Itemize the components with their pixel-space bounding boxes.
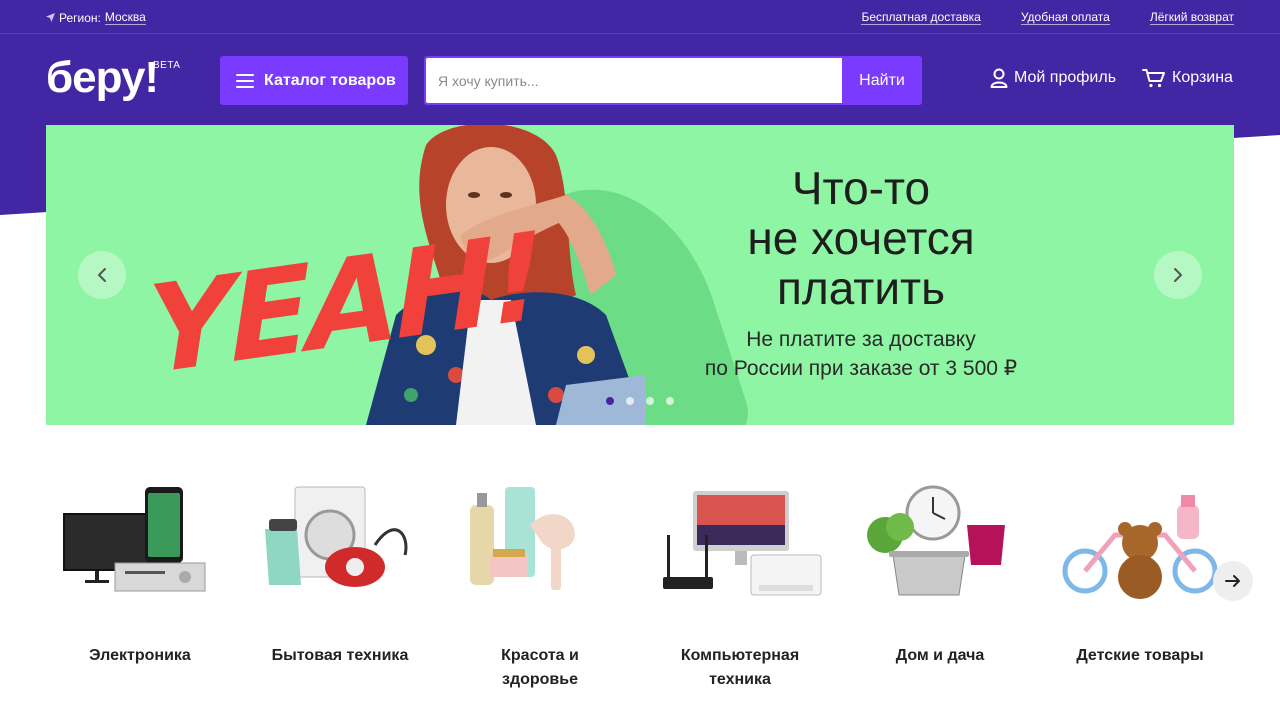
category-label: Красота и здоровье	[440, 644, 640, 692]
category-beauty[interactable]: Красота и здоровье	[440, 485, 640, 692]
region-selector[interactable]: Регион: Москва	[46, 10, 146, 25]
category-label: Детские товары	[1040, 644, 1240, 668]
category-label: Бытовая техника	[240, 644, 440, 668]
home-icon	[867, 485, 1005, 596]
category-computers[interactable]: Компьютерная техника	[640, 485, 840, 692]
beauty-icon	[470, 487, 575, 590]
category-label-line: Дом и дача	[895, 647, 985, 664]
catalog-button[interactable]: Каталог товаров	[220, 56, 408, 105]
category-label-line: Бытовая техника	[271, 647, 409, 664]
category-label-line: здоровье	[502, 671, 578, 688]
cart-label: Корзина	[1172, 69, 1233, 86]
banner-subtitle-line: Не платите за доставку	[746, 328, 976, 351]
computer-icon	[663, 491, 822, 596]
arrow-right-icon	[1225, 575, 1240, 587]
category-label: Компьютерная техника	[640, 644, 840, 692]
category-label-line: Электроника	[89, 647, 191, 664]
category-electronics[interactable]: Электроника	[40, 485, 240, 668]
chevron-right-icon	[1174, 268, 1182, 282]
category-label-line: Компьютерная	[680, 647, 800, 664]
cart-link[interactable]: Корзина	[1142, 68, 1233, 88]
beta-badge: BETA	[153, 60, 181, 71]
pagination-dot[interactable]	[646, 397, 654, 405]
banner-title-line: не хочется	[747, 212, 975, 264]
catalog-button-label: Каталог товаров	[264, 71, 396, 89]
chevron-left-icon	[98, 268, 106, 282]
menu-icon	[236, 73, 254, 88]
free-delivery-link[interactable]: Бесплатная доставка	[861, 10, 981, 25]
category-carousel: Электроника Бытовая техника Красота и зд…	[40, 485, 1240, 705]
category-home[interactable]: Дом и дача	[840, 485, 1040, 668]
banner-pagination	[606, 397, 674, 405]
site-logo[interactable]: беру!	[46, 54, 159, 102]
banner-title-line: платить	[776, 262, 946, 314]
banner-prev-button[interactable]	[78, 251, 126, 299]
electronics-icon	[63, 487, 206, 592]
banner-subtitle: Не платите за доставку по России при зак…	[666, 325, 1056, 383]
banner-next-button[interactable]	[1154, 251, 1202, 299]
banner-subtitle-line: по России при заказе от 3 500 ₽	[704, 357, 1018, 380]
pagination-dot[interactable]	[666, 397, 674, 405]
cart-icon	[1142, 69, 1165, 88]
top-links: Бесплатная доставка Удобная оплата Лёгки…	[861, 10, 1234, 25]
kids-icon	[1062, 495, 1218, 599]
user-icon	[990, 68, 1008, 88]
banner-title: Что-то не хочется платить	[686, 163, 1036, 313]
pagination-dot[interactable]	[606, 397, 614, 405]
returns-link[interactable]: Лёгкий возврат	[1149, 10, 1234, 25]
profile-label: Мой профиль	[1014, 69, 1117, 86]
search-button[interactable]: Найти	[842, 56, 922, 105]
location-arrow-icon	[46, 13, 55, 22]
category-label: Электроника	[40, 644, 240, 668]
banner-title-line: Что-то	[791, 162, 931, 214]
profile-link[interactable]: Мой профиль	[990, 68, 1116, 88]
top-utility-bar: Регион: Москва Бесплатная доставка Удобн…	[0, 0, 1280, 34]
category-label-line: Детские товары	[1076, 647, 1204, 664]
appliances-icon	[265, 486, 408, 587]
category-appliances[interactable]: Бытовая техника	[240, 485, 440, 668]
search-input[interactable]	[426, 58, 842, 103]
search-bar: Найти	[424, 56, 922, 105]
pagination-dot[interactable]	[626, 397, 634, 405]
category-label-line: техника	[709, 671, 771, 688]
region-label: Регион:	[59, 10, 101, 25]
category-label: Дом и дача	[840, 644, 1040, 668]
region-city-link[interactable]: Москва	[104, 10, 146, 25]
categories-next-button[interactable]	[1213, 561, 1253, 601]
category-label-line: Красота и	[501, 647, 579, 664]
promo-banner[interactable]: YEAH! Что-то не хочется платить Не плати…	[46, 125, 1234, 425]
payment-link[interactable]: Удобная оплата	[1020, 10, 1110, 25]
category-kids[interactable]: Детские товары	[1040, 485, 1240, 668]
